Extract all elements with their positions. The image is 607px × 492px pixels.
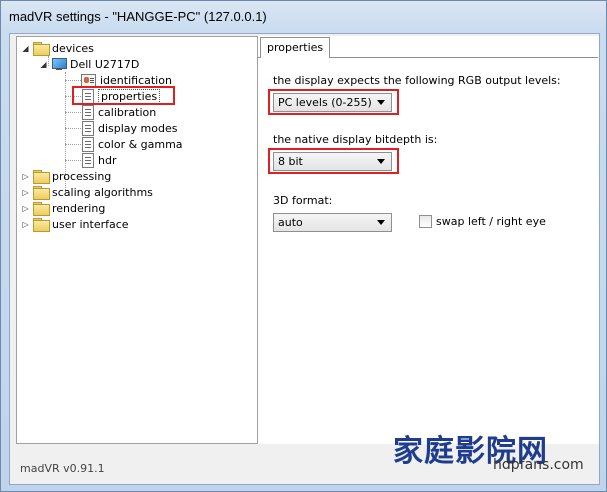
tree-item-display-modes[interactable]: display modes [82,120,177,136]
id-card-icon [81,73,96,87]
document-icon [82,152,94,168]
tree-connector [65,160,83,161]
3d-format-label: 3D format: [273,194,333,207]
settings-tree[interactable]: ◢ devices ◢ Dell U2717D identification p… [16,36,261,444]
tree-item-label: Dell U2717D [70,57,140,71]
3d-format-value: auto [278,216,303,229]
document-icon [82,120,94,136]
tree-item-label: calibration [98,105,157,119]
document-icon [82,136,94,152]
folder-icon [33,202,50,216]
rgb-levels-label: the display expects the following RGB ou… [273,74,561,87]
expand-icon[interactable]: ▷ [21,188,30,197]
expand-icon[interactable]: ▷ [21,204,30,213]
collapse-icon[interactable]: ◢ [39,60,48,69]
folder-icon [33,170,50,184]
expand-icon[interactable]: ▷ [21,220,30,229]
title-bar[interactable]: madVR settings - "HANGGE-PC" (127.0.0.1) [1,1,606,33]
expand-icon[interactable]: ▷ [21,172,30,181]
watermark-site: hdpfans.com [493,457,584,473]
folder-icon [33,186,50,200]
tree-item-label: scaling algorithms [52,185,153,199]
tree-item-label: identification [100,73,172,87]
tree-item-label: processing [52,169,112,183]
tree-item-label: display modes [98,121,178,135]
tree-item-color-gamma[interactable]: color & gamma [82,136,183,152]
tree-item-label: user interface [52,217,129,231]
tree-item-label: devices [52,41,94,55]
highlight-box [72,86,175,105]
swap-eyes-checkbox[interactable]: swap left / right eye [419,215,546,228]
tree-item-rendering[interactable]: ▷ rendering [21,200,105,216]
tree-item-devices[interactable]: ◢ devices [21,40,94,56]
tree-item-hdr[interactable]: hdr [82,152,116,168]
tree-item-user-interface[interactable]: ▷ user interface [21,216,129,232]
window-title: madVR settings - "HANGGE-PC" (127.0.0.1) [9,9,267,24]
bitdepth-label: the native display bitdepth is: [273,133,438,146]
folder-icon [33,42,50,56]
tree-item-processing[interactable]: ▷ processing [21,168,111,184]
tab-properties[interactable]: properties [260,37,331,58]
3d-format-select[interactable]: auto [273,213,392,232]
tree-connector [65,128,83,129]
highlight-box [268,89,399,115]
highlight-box [268,148,399,174]
tree-item-calibration[interactable]: calibration [82,104,156,120]
dropdown-arrow-icon [377,220,385,225]
tree-item-label: rendering [52,201,106,215]
collapse-icon[interactable]: ◢ [21,44,30,53]
tree-item-scaling-algorithms[interactable]: ▷ scaling algorithms [21,184,153,200]
tree-item-label: color & gamma [98,137,183,151]
folder-icon [33,218,50,232]
version-label: madVR v0.91.1 [20,462,105,475]
madvr-settings-window: madVR settings - "HANGGE-PC" (127.0.0.1)… [0,0,607,492]
tree-item-dell-u2717d[interactable]: ◢ Dell U2717D [39,56,139,72]
tree-connector [65,144,83,145]
client-area: ◢ devices ◢ Dell U2717D identification p… [9,33,600,485]
checkbox-box[interactable] [419,215,432,228]
monitor-icon [51,57,67,71]
swap-eyes-label: swap left / right eye [436,215,546,228]
properties-panel: properties the display expects the follo… [257,36,599,444]
tree-item-label: hdr [98,153,117,167]
tree-connector [65,112,83,113]
document-icon [82,104,94,120]
